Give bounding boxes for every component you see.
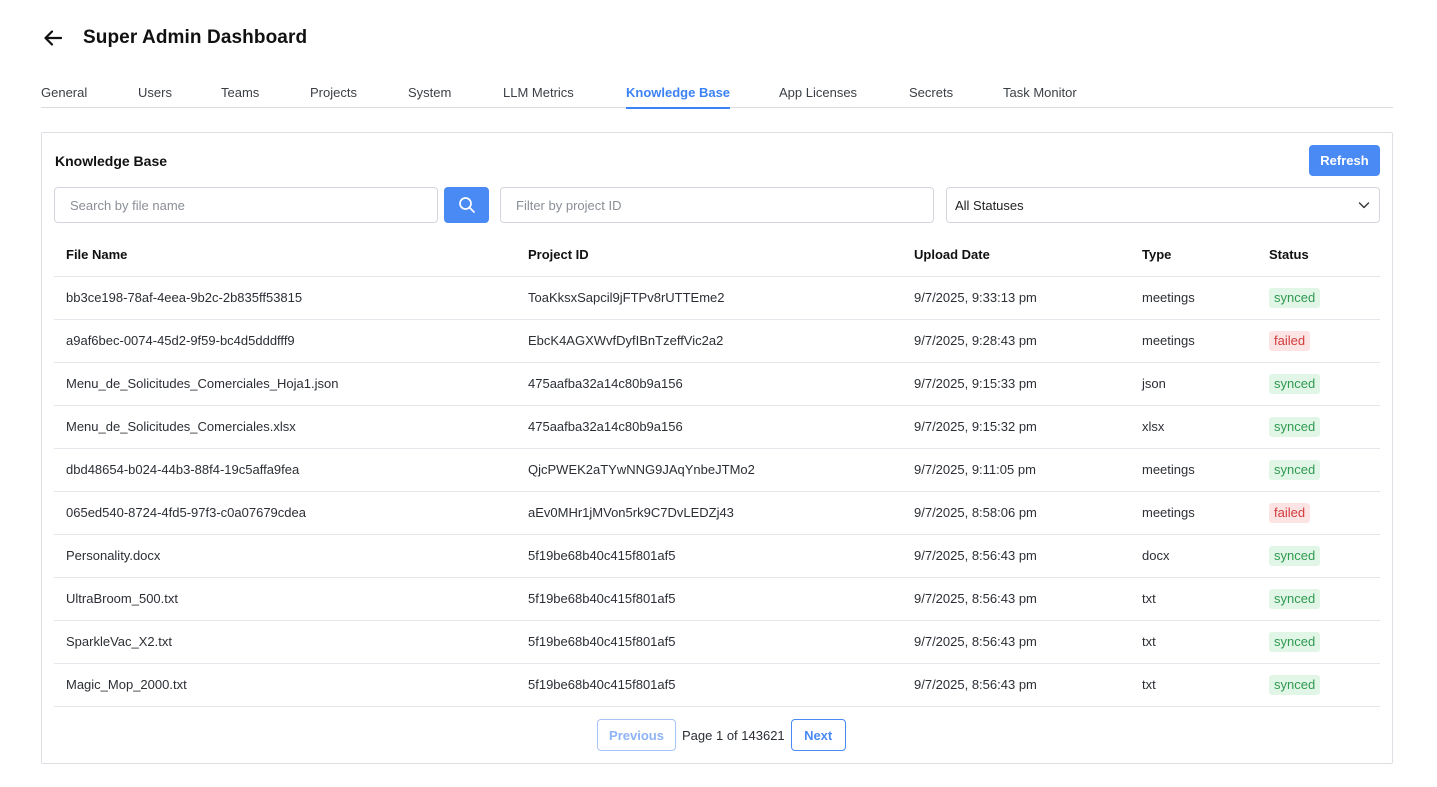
table-row[interactable]: 065ed540-8724-4fd5-97f3-c0a07679cdea aEv0…	[54, 492, 1380, 535]
project-id-cell: 5f19be68b40c415f801af5	[528, 677, 676, 692]
tab-teams[interactable]: Teams	[221, 84, 259, 108]
tab-projects[interactable]: Projects	[310, 84, 357, 108]
table-row[interactable]: a9af6bec-0074-45d2-9f59-bc4d5dddfff9 EbcK…	[54, 320, 1380, 363]
status-badge: failed	[1269, 503, 1311, 523]
file-name-search-input[interactable]	[54, 187, 438, 223]
search-icon	[458, 196, 476, 214]
tab-knowledge-base[interactable]: Knowledge Base	[626, 84, 731, 109]
file-name-cell: Personality.docx	[66, 548, 161, 563]
tab-system[interactable]: System	[408, 84, 451, 108]
file-name-cell: UltraBroom_500.txt	[66, 591, 178, 606]
upload-date-cell: 9/7/2025, 9:15:32 pm	[914, 419, 1037, 434]
knowledge-base-panel: Knowledge Base Refresh All Statuses File…	[41, 132, 1393, 764]
column-header-project-id: Project ID	[528, 247, 589, 262]
project-id-cell: 5f19be68b40c415f801af5	[528, 548, 676, 563]
type-cell: docx	[1142, 548, 1170, 563]
file-name-cell: dbd48654-b024-44b3-88f4-19c5affa9fea	[66, 462, 300, 477]
type-cell: txt	[1142, 591, 1156, 606]
project-id-cell: QjcPWEK2aTYwNNG9JAqYnbeJTMo2	[528, 462, 755, 477]
status-badge: synced	[1269, 675, 1321, 695]
upload-date-cell: 9/7/2025, 9:28:43 pm	[914, 333, 1037, 348]
next-page-button[interactable]: Next	[790, 719, 846, 751]
status-badge: synced	[1269, 589, 1321, 609]
previous-page-button[interactable]: Previous	[597, 719, 676, 751]
page-title: Super Admin Dashboard	[83, 27, 308, 48]
files-table: File Name Project ID Upload Date Type St…	[54, 233, 1380, 707]
upload-date-cell: 9/7/2025, 8:56:43 pm	[914, 591, 1037, 606]
tab-app-licenses[interactable]: App Licenses	[779, 84, 857, 108]
file-name-cell: Menu_de_Solicitudes_Comerciales.xlsx	[66, 419, 296, 434]
status-filter-value: All Statuses	[955, 197, 1024, 213]
page-header: Super Admin Dashboard	[41, 24, 307, 52]
type-cell: txt	[1142, 677, 1156, 692]
column-header-status: Status	[1269, 247, 1309, 262]
project-id-cell: aEv0MHr1jMVon5rk9C7DvLEDZj43	[528, 505, 734, 520]
panel-title: Knowledge Base	[55, 153, 168, 169]
project-id-cell: 5f19be68b40c415f801af5	[528, 634, 676, 649]
status-badge: synced	[1269, 546, 1321, 566]
tab-users[interactable]: Users	[138, 84, 172, 108]
file-name-cell: 065ed540-8724-4fd5-97f3-c0a07679cdea	[66, 505, 306, 520]
status-badge: synced	[1269, 374, 1321, 394]
table-row[interactable]: Personality.docx 5f19be68b40c415f801af5 9/…	[54, 535, 1380, 578]
tab-bar: General Users Teams Projects System LLM …	[41, 84, 1393, 109]
file-name-cell: Magic_Mop_2000.txt	[66, 677, 187, 692]
tab-secrets[interactable]: Secrets	[909, 84, 953, 108]
status-filter-select[interactable]: All Statuses	[946, 187, 1380, 223]
column-header-type: Type	[1142, 247, 1172, 262]
upload-date-cell: 9/7/2025, 9:11:05 pm	[914, 462, 1036, 477]
column-header-file-name: File Name	[66, 247, 128, 262]
project-id-cell: 475aafba32a14c80b9a156	[528, 376, 683, 391]
tab-task-monitor[interactable]: Task Monitor	[1003, 84, 1077, 108]
type-cell: txt	[1142, 634, 1156, 649]
pagination: Previous Page 1 of 143621 Next	[597, 719, 846, 751]
type-cell: meetings	[1142, 505, 1195, 520]
table-row[interactable]: bb3ce198-78af-4eea-9b2c-2b835ff53815 ToaK…	[54, 277, 1380, 320]
status-badge: synced	[1269, 460, 1321, 480]
type-cell: meetings	[1142, 462, 1195, 477]
type-cell: json	[1142, 376, 1166, 391]
table-row[interactable]: Menu_de_Solicitudes_Comerciales.xlsx 475a…	[54, 406, 1380, 449]
refresh-button[interactable]: Refresh	[1309, 145, 1380, 176]
project-id-cell: 5f19be68b40c415f801af5	[528, 591, 676, 606]
column-header-upload-date: Upload Date	[914, 247, 990, 262]
project-id-cell: 475aafba32a14c80b9a156	[528, 419, 683, 434]
table-row[interactable]: Magic_Mop_2000.txt 5f19be68b40c415f801af5…	[54, 664, 1380, 707]
search-button[interactable]	[444, 187, 489, 223]
upload-date-cell: 9/7/2025, 8:56:43 pm	[914, 548, 1037, 563]
table-body: bb3ce198-78af-4eea-9b2c-2b835ff53815 ToaK…	[54, 277, 1380, 707]
type-cell: meetings	[1142, 290, 1195, 305]
tab-llm-metrics[interactable]: LLM Metrics	[503, 84, 574, 108]
project-id-cell: EbcK4AGXWvfDyfIBnTzeffVic2a2	[528, 333, 724, 348]
type-cell: xlsx	[1142, 419, 1165, 434]
status-badge: synced	[1269, 417, 1321, 437]
upload-date-cell: 9/7/2025, 8:56:43 pm	[914, 634, 1037, 649]
tab-general[interactable]: General	[41, 84, 87, 108]
status-badge: failed	[1269, 331, 1311, 351]
upload-date-cell: 9/7/2025, 9:15:33 pm	[914, 376, 1037, 391]
file-name-cell: a9af6bec-0074-45d2-9f59-bc4d5dddfff9	[66, 333, 295, 348]
back-arrow-icon[interactable]	[41, 26, 65, 50]
project-id-cell: ToaKksxSapcil9jFTPv8rUTTEme2	[528, 290, 725, 305]
table-row[interactable]: UltraBroom_500.txt 5f19be68b40c415f801af5…	[54, 578, 1380, 621]
table-header: File Name Project ID Upload Date Type St…	[54, 233, 1380, 277]
upload-date-cell: 9/7/2025, 8:58:06 pm	[914, 505, 1037, 520]
file-name-cell: Menu_de_Solicitudes_Comerciales_Hoja1.js…	[66, 376, 339, 391]
upload-date-cell: 9/7/2025, 8:56:43 pm	[914, 677, 1037, 692]
table-row[interactable]: Menu_de_Solicitudes_Comerciales_Hoja1.js…	[54, 363, 1380, 406]
type-cell: meetings	[1142, 333, 1195, 348]
chevron-down-icon	[1357, 198, 1371, 212]
file-name-cell: bb3ce198-78af-4eea-9b2c-2b835ff53815	[66, 290, 303, 305]
status-badge: synced	[1269, 288, 1321, 308]
table-row[interactable]: dbd48654-b024-44b3-88f4-19c5affa9fea QjcP…	[54, 449, 1380, 492]
status-badge: synced	[1269, 632, 1321, 652]
table-row[interactable]: SparkleVac_X2.txt 5f19be68b40c415f801af5 9…	[54, 621, 1380, 664]
page-indicator: Page 1 of 143621	[682, 727, 785, 743]
project-id-filter-input[interactable]	[500, 187, 934, 223]
upload-date-cell: 9/7/2025, 9:33:13 pm	[914, 290, 1037, 305]
file-name-cell: SparkleVac_X2.txt	[66, 634, 172, 649]
